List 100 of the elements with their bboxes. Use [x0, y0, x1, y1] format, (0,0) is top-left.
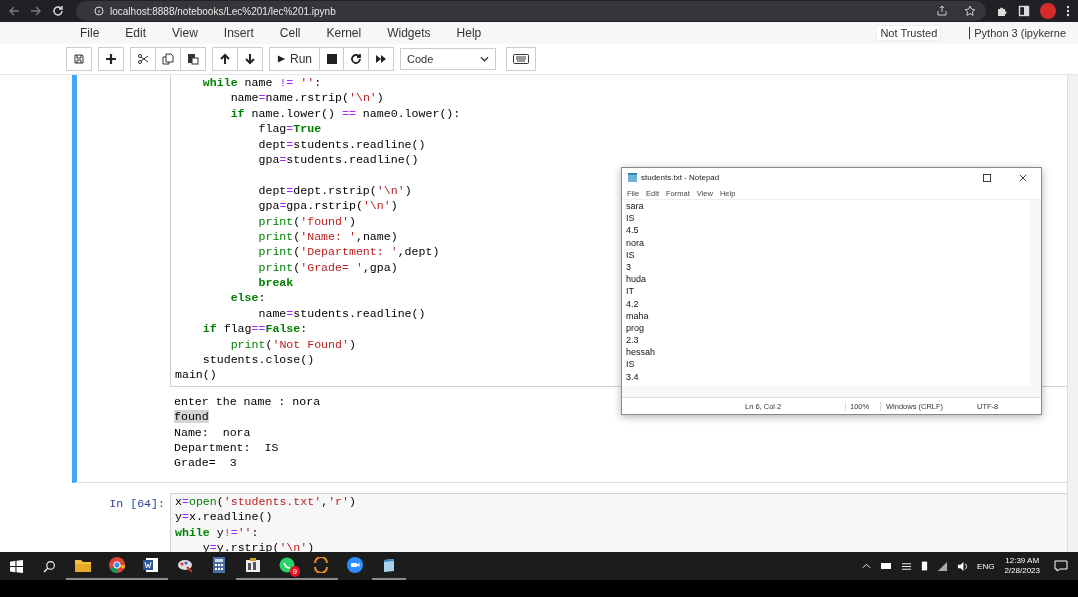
- menu-item[interactable]: Help: [456, 26, 482, 40]
- address-bar[interactable]: localhost:8888/notebooks/Lec%201/lec%201.ipynb: [76, 1, 986, 21]
- arrow-down-icon: [244, 53, 256, 65]
- paste-button[interactable]: [180, 47, 206, 71]
- code-line: students.close(): [201, 352, 315, 368]
- code-line: main(): [175, 367, 217, 383]
- volume-icon[interactable]: [957, 560, 969, 572]
- copy-icon: [162, 53, 174, 65]
- windows-icon[interactable]: [10, 559, 23, 573]
- menu-icon[interactable]: [1066, 5, 1070, 17]
- window-title: students.txt - Notepad: [641, 173, 720, 182]
- plus-icon: [105, 53, 117, 65]
- menu-item[interactable]: View: [172, 26, 198, 40]
- text-line: IS: [626, 359, 635, 370]
- maximize-icon[interactable]: [983, 173, 991, 182]
- code-line: while name != '':: [201, 75, 322, 91]
- run-all-button[interactable]: [368, 47, 394, 71]
- avatar[interactable]: [1040, 3, 1056, 19]
- menu-item[interactable]: File: [80, 26, 100, 40]
- code-line: print('Not Found'): [229, 336, 356, 353]
- folder-icon[interactable]: [75, 558, 91, 572]
- save-button[interactable]: [66, 47, 92, 71]
- text-line: huda: [626, 274, 647, 285]
- code-line: gpa=students.readline(): [257, 151, 419, 168]
- menu-item[interactable]: Kernel: [326, 26, 362, 40]
- device-icon[interactable]: [880, 562, 893, 570]
- chevron-down-icon: [480, 56, 489, 62]
- notepad-icon[interactable]: [381, 557, 397, 573]
- keyboard-button[interactable]: [506, 47, 536, 71]
- output-line: Department: IS: [174, 441, 279, 454]
- scrollbar[interactable]: [1067, 75, 1078, 552]
- clock-date[interactable]: 2/28/2023: [1004, 566, 1040, 576]
- text-line: IS: [626, 249, 635, 260]
- text-line: hessah: [626, 347, 656, 358]
- app-icon[interactable]: [245, 557, 261, 573]
- sync-icon[interactable]: [313, 557, 329, 573]
- chevron-up-icon[interactable]: [862, 563, 872, 569]
- sidebar-icon[interactable]: [1018, 5, 1030, 17]
- code-line: else:: [229, 290, 266, 306]
- cut-button[interactable]: [130, 47, 156, 71]
- notification-badge: 9: [289, 566, 300, 577]
- code-line: print('Name: ',name): [257, 228, 398, 245]
- close-icon[interactable]: [1019, 173, 1027, 182]
- scrollbar[interactable]: [622, 386, 1041, 397]
- code-line: print('Department: ',dept): [257, 244, 440, 260]
- text-line: 2.3: [626, 335, 639, 346]
- network-icon[interactable]: [901, 560, 913, 572]
- star-icon[interactable]: [964, 5, 976, 17]
- info-icon[interactable]: [94, 6, 104, 16]
- save-icon: [73, 53, 85, 65]
- code-line: break: [257, 275, 294, 291]
- language-indicator[interactable]: ENG: [977, 561, 995, 571]
- text-line: 3: [626, 261, 631, 272]
- forward-icon[interactable]: [30, 5, 42, 17]
- add-cell-button[interactable]: [98, 47, 124, 71]
- video-icon[interactable]: [347, 557, 363, 573]
- text-line: 3.4: [626, 371, 639, 382]
- text-line: IT: [626, 286, 634, 297]
- scrollbar[interactable]: [1030, 200, 1041, 386]
- output-line: Name: nora: [174, 425, 251, 439]
- menu-item[interactable]: Insert: [223, 26, 254, 40]
- move-down-button[interactable]: [237, 47, 263, 71]
- text-area[interactable]: sara IS 4.5 nora IS 3 huda IT 4.2 maha prog 2.3 hessah IS 3.4: [622, 200, 1030, 386]
- text-line: 4.2: [626, 298, 639, 309]
- reload-icon[interactable]: [52, 5, 64, 17]
- fast-forward-icon: [375, 53, 387, 65]
- clock-time[interactable]: 12:39 AM: [1005, 556, 1040, 566]
- paint-icon[interactable]: [177, 557, 193, 573]
- document-icon[interactable]: [143, 557, 159, 573]
- battery-icon[interactable]: [921, 560, 929, 572]
- text-line: sara: [626, 201, 644, 211]
- wifi-icon[interactable]: [937, 560, 949, 572]
- text-line: maha: [626, 310, 649, 321]
- back-icon[interactable]: [8, 5, 20, 17]
- code-line: gpa=gpa.rstrip('\n'): [257, 198, 398, 214]
- puzzle-icon[interactable]: [996, 5, 1008, 17]
- paste-icon: [187, 53, 199, 65]
- menu-item[interactable]: Widgets: [387, 26, 431, 40]
- stop-button[interactable]: [319, 47, 344, 71]
- play-icon: [277, 54, 286, 64]
- menu-item[interactable]: Cell: [279, 26, 301, 40]
- code-line: if flag==False:: [201, 321, 308, 337]
- notification-icon[interactable]: [1054, 560, 1068, 572]
- calculator-icon[interactable]: [213, 557, 225, 573]
- restart-button[interactable]: [343, 47, 369, 71]
- code-line: flag=True: [257, 121, 322, 137]
- share-icon[interactable]: [936, 5, 948, 17]
- cell-type-dropdown[interactable]: Code: [400, 48, 496, 70]
- output-line: enter the name : nora: [174, 394, 321, 408]
- notepad-icon: [628, 173, 637, 182]
- kernel-indicator[interactable]: Python 3 (ipykerne: [969, 27, 1066, 39]
- trust-indicator[interactable]: Not Trusted: [876, 25, 942, 41]
- chat-icon[interactable]: [279, 557, 295, 573]
- stop-icon: [326, 54, 337, 64]
- run-button[interactable]: Run: [269, 47, 320, 71]
- move-up-button[interactable]: [212, 47, 238, 71]
- browser-icon[interactable]: [109, 557, 125, 573]
- menu-item[interactable]: Edit: [125, 26, 147, 40]
- code-line: print('Grade= ',gpa): [257, 259, 398, 276]
- search-icon[interactable]: [43, 559, 56, 573]
